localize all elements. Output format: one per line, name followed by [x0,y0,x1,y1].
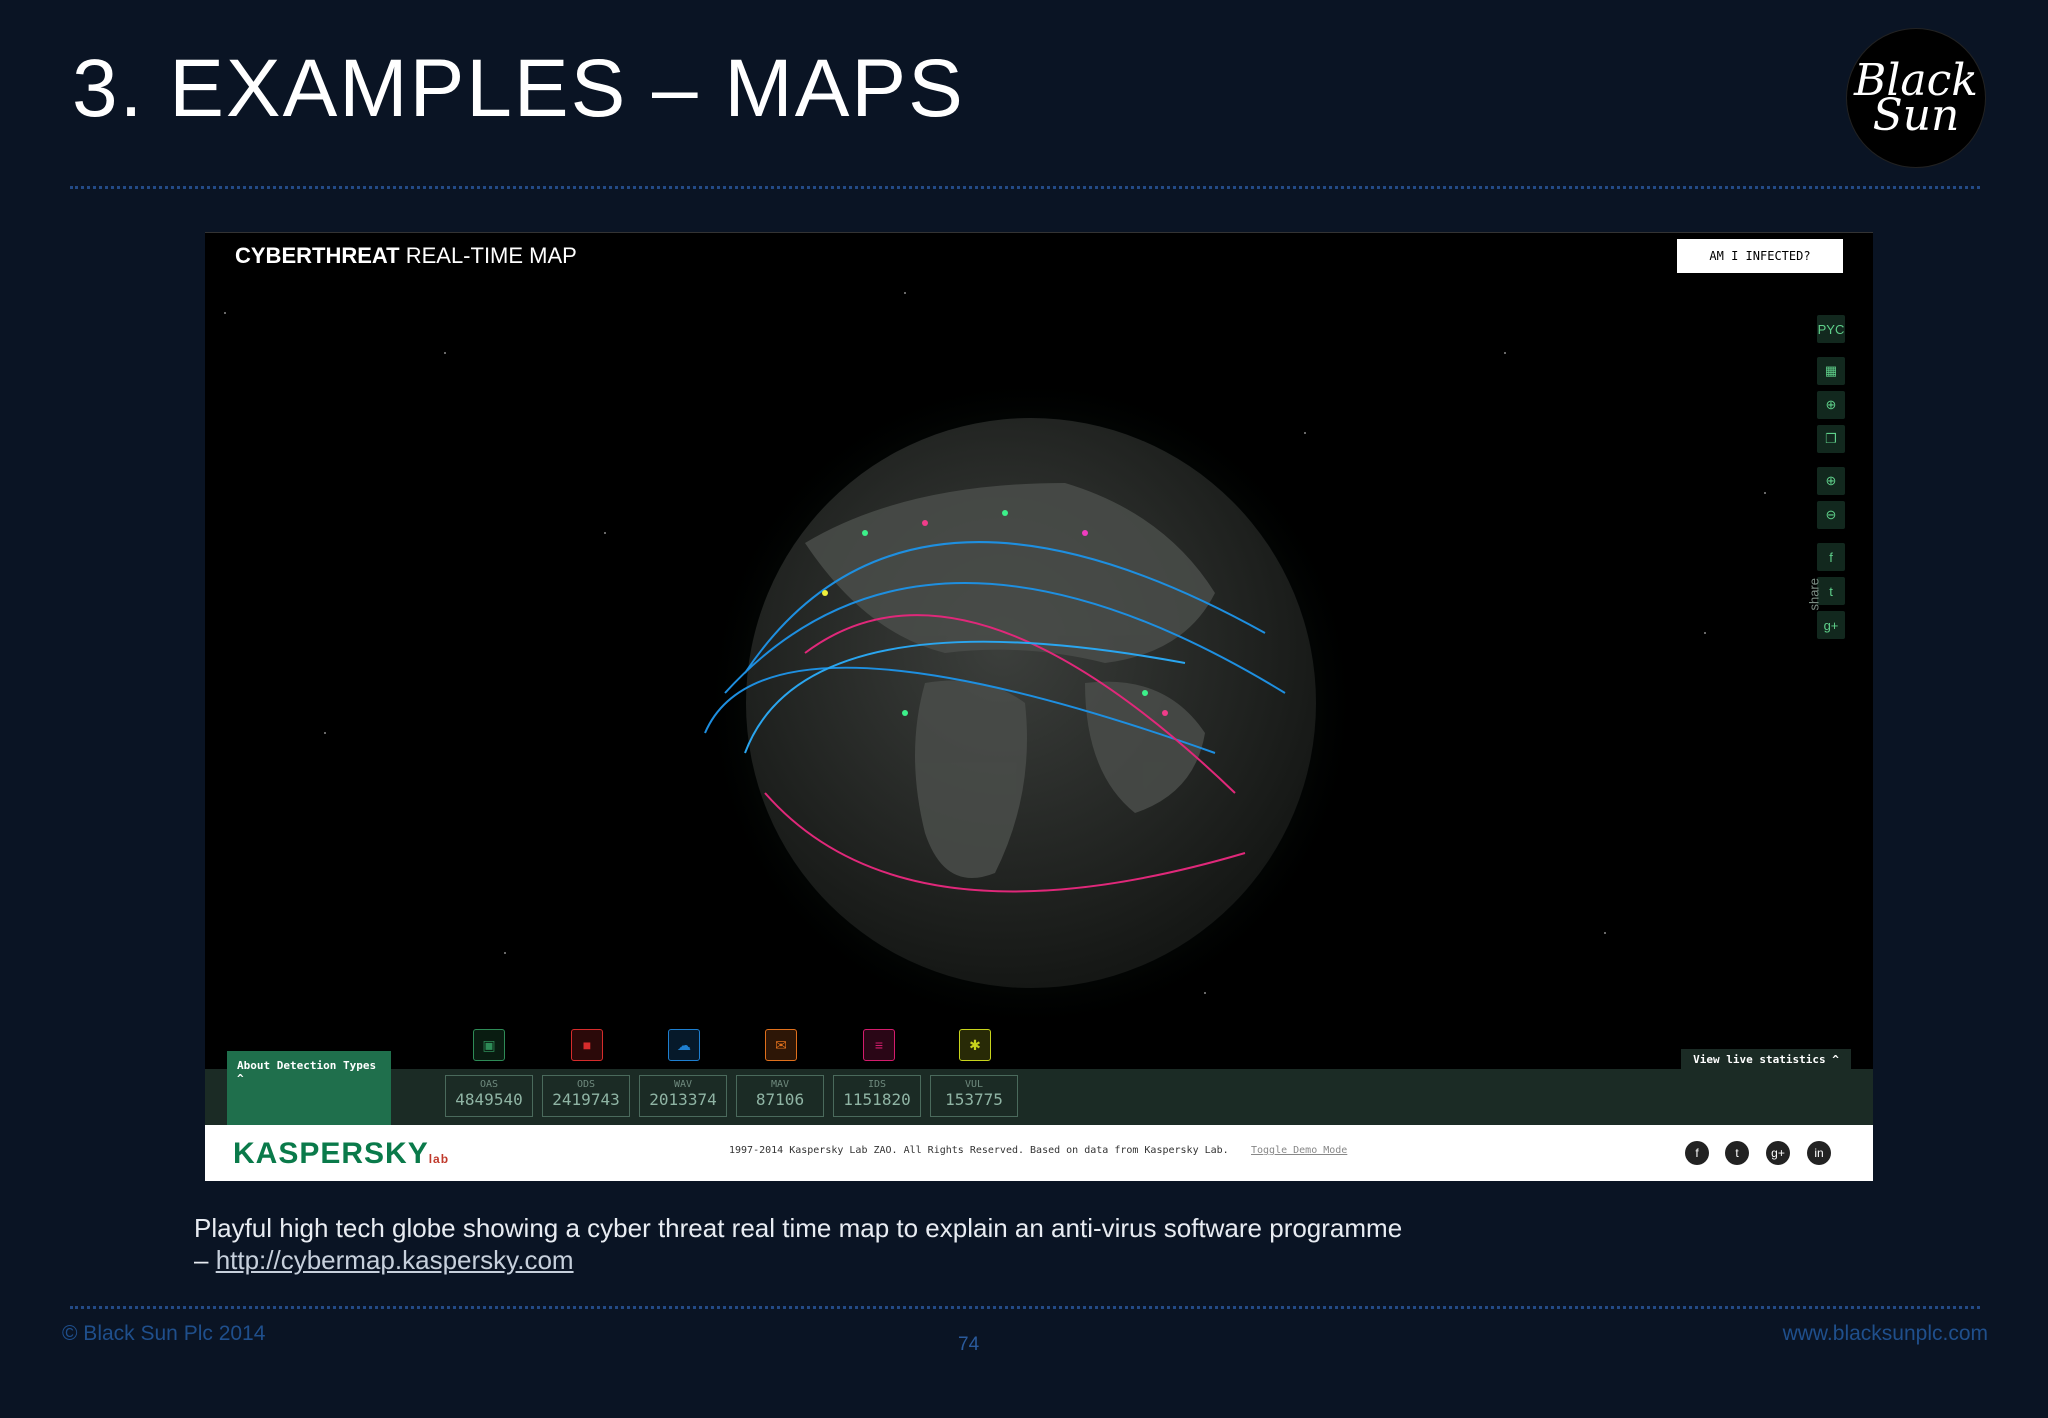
share-label: share [1807,578,1822,611]
ids-icon[interactable]: ≡ [863,1029,895,1061]
folder-icon[interactable]: ■ [571,1029,603,1061]
detection-glyph: ✉ [775,1036,787,1053]
detection-wav[interactable]: WAV 2013374 [639,1075,727,1117]
map-title-bold: CYBERTHREAT [235,243,400,268]
detection-glyph: ≡ [874,1037,884,1053]
floppy-icon[interactable]: ▣ [473,1029,505,1061]
grid-icon[interactable]: ▦ [1817,357,1845,385]
detection-code: VUL [964,1079,984,1090]
map-title-rest: REAL-TIME MAP [399,243,577,268]
detection-code: OAS [479,1079,499,1090]
black-sun-logo: Black Sun [1846,28,1986,168]
google-plus-icon[interactable]: g+ [1817,611,1845,639]
detection-mav[interactable]: MAV 87106 [736,1075,824,1117]
detection-code: ODS [576,1079,596,1090]
zoom-in-icon[interactable]: ⊕ [1817,467,1845,495]
detection-ids[interactable]: IDS 1151820 [833,1075,921,1117]
about-detection-types-button[interactable]: About Detection Types ^ [227,1051,391,1125]
kaspersky-lab-text: lab [428,1152,450,1166]
detection-code: WAV [673,1079,693,1090]
cybermap-screenshot: CYBERTHREAT REAL-TIME MAP AM I INFECTED?… [205,232,1873,1181]
language-icon[interactable]: PYC [1817,315,1845,343]
bug-icon[interactable]: ✱ [959,1029,991,1061]
detection-value: 2419743 [552,1090,620,1109]
layers-icon[interactable]: ❐ [1817,425,1845,453]
detection-value: 2013374 [649,1090,717,1109]
caption-line: Playful high tech globe showing a cyber … [194,1213,1403,1243]
slide-title: 3. EXAMPLES – MAPS [72,48,965,130]
toggle-demo-mode-link[interactable]: Toggle Demo Mode [1251,1145,1347,1156]
detection-vul[interactable]: VUL 153775 [930,1075,1018,1117]
facebook-icon[interactable]: f [1817,543,1845,571]
detection-code: IDS [867,1079,887,1090]
kaspersky-logo[interactable]: KASPERSKYlab [233,1137,449,1171]
mail-icon[interactable]: ✉ [765,1029,797,1061]
detection-oas[interactable]: OAS 4849540 [445,1075,533,1117]
globe-icon[interactable]: ⊕ [1817,391,1845,419]
cybermap-link[interactable]: http://cybermap.kaspersky.com [216,1245,574,1275]
detection-value: 1151820 [843,1090,911,1109]
linkedin-icon[interactable]: in [1807,1141,1831,1165]
slide-caption: Playful high tech globe showing a cyber … [194,1212,1402,1276]
google-plus-icon[interactable]: g+ [1766,1141,1790,1165]
caption-dash: – [194,1245,216,1275]
twitter-icon[interactable]: t [1725,1141,1749,1165]
kaspersky-logo-text: KASPERSKY [233,1137,429,1170]
view-live-statistics-button[interactable]: View live statistics ^ [1681,1049,1851,1069]
kaspersky-footer: KASPERSKYlab 1997-2014 Kaspersky Lab ZAO… [205,1125,1873,1181]
bottom-divider [70,1306,1980,1309]
detection-value: 4849540 [455,1090,523,1109]
detection-value: 153775 [945,1090,1003,1109]
detection-ods[interactable]: ODS 2419743 [542,1075,630,1117]
detection-glyph: ✱ [969,1036,981,1053]
detection-glyph: ▣ [482,1036,496,1053]
logo-text: Black Sun [1854,54,1978,141]
detection-glyph: ☁ [677,1036,691,1053]
map-title: CYBERTHREAT REAL-TIME MAP [235,243,577,269]
slide-title-number: 3. [72,43,145,134]
footer-copyright: © Black Sun Plc 2014 [62,1322,266,1345]
detection-glyph: ■ [582,1037,592,1053]
detection-value: 87106 [755,1090,805,1109]
detection-code: MAV [770,1079,790,1090]
am-i-infected-button[interactable]: AM I INFECTED? [1677,239,1843,273]
slide-title-text: EXAMPLES – MAPS [169,43,965,134]
copyright-text: 1997-2014 Kaspersky Lab ZAO. All Rights … [729,1145,1229,1156]
globe-visual [224,292,1766,1033]
page-number: 74 [958,1334,980,1355]
zoom-out-icon[interactable]: ⊖ [1817,501,1845,529]
facebook-icon[interactable]: f [1685,1141,1709,1165]
cloud-icon[interactable]: ☁ [668,1029,700,1061]
footer-website: www.blacksunplc.com [1782,1322,1988,1345]
top-divider [70,186,1980,189]
